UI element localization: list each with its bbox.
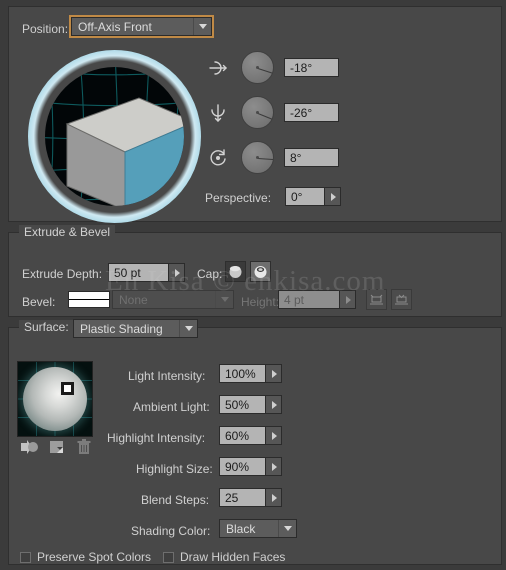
light-sphere-preview[interactable]: [17, 361, 93, 437]
bevel-extent-out-icon: [370, 294, 383, 305]
rotate-z-input[interactable]: 8°: [284, 148, 339, 167]
preserve-spot-colors-checkbox[interactable]: Preserve Spot Colors: [20, 550, 151, 564]
rotate-x-value: -18°: [284, 58, 339, 77]
rotate-z-value: 8°: [284, 148, 339, 167]
shading-color-dropdown[interactable]: Black: [219, 519, 297, 538]
light-sphere: [23, 367, 87, 431]
highlight-intensity-input[interactable]: 60%: [219, 426, 282, 445]
ambient-light-label: Ambient Light:: [133, 400, 210, 414]
shading-color-label: Shading Color:: [131, 524, 211, 538]
rotate-z-needle: [257, 157, 273, 160]
blend-steps-label: Blend Steps:: [141, 493, 210, 507]
position-dropdown[interactable]: Off-Axis Front: [69, 15, 214, 38]
preserve-spot-colors-box[interactable]: [20, 551, 31, 563]
ambient-light-input[interactable]: 50%: [219, 395, 282, 414]
light-intensity-stepper[interactable]: [265, 364, 282, 383]
3d-extrude-bevel-options-dialog: Position: Off-Axis Front -18° -26° 8° Pe…: [0, 0, 506, 570]
preserve-spot-colors-label: Preserve Spot Colors: [37, 550, 152, 564]
chevron-down-icon: [193, 18, 211, 35]
bevel-height-label: Height:: [241, 295, 280, 309]
rotate-z-axis-icon: [210, 149, 226, 166]
bevel-extent-out-button[interactable]: [366, 289, 387, 310]
surface-legend: Surface:: [19, 320, 74, 334]
bevel-extent-in-icon: [395, 294, 408, 305]
rotate-z-dial[interactable]: [241, 141, 274, 174]
cap-label: Cap:: [197, 267, 223, 281]
highlight-size-stepper[interactable]: [265, 457, 282, 476]
cap-solid-icon: [229, 265, 242, 278]
extrude-depth-input[interactable]: 50 pt: [108, 263, 185, 282]
rotate-z-hub: [256, 156, 259, 159]
new-light-icon[interactable]: [48, 439, 66, 455]
ambient-light-value: 50%: [219, 395, 265, 414]
rotate-y-needle: [257, 112, 272, 120]
rotate-x-input[interactable]: -18°: [284, 58, 339, 77]
surface-dropdown[interactable]: Plastic Shading: [73, 319, 198, 338]
rotate-y-input[interactable]: -26°: [284, 103, 339, 122]
blend-steps-value: 25: [219, 488, 265, 507]
rotate-y-value: -26°: [284, 103, 339, 122]
cap-hollow-button[interactable]: [250, 261, 271, 282]
light-intensity-input[interactable]: 100%: [219, 364, 282, 383]
perspective-label: Perspective:: [205, 191, 272, 205]
perspective-input[interactable]: 0°: [285, 187, 341, 206]
rotate-y-dial[interactable]: [241, 96, 274, 129]
light-source-handle[interactable]: [61, 382, 74, 395]
draw-hidden-faces-box[interactable]: [163, 551, 174, 563]
highlight-size-value: 90%: [219, 457, 265, 476]
light-intensity-label: Light Intensity:: [128, 369, 206, 383]
position-cube-preview[interactable]: [28, 50, 201, 223]
surface-chevron-down-icon: [179, 320, 197, 337]
rotate-y-axis-icon: [211, 104, 225, 122]
perspective-stepper[interactable]: [324, 187, 341, 206]
shading-color-chevron-down-icon: [278, 520, 296, 537]
position-panel: Position: Off-Axis Front -18° -26° 8° Pe…: [8, 6, 502, 223]
light-intensity-value: 100%: [219, 364, 265, 383]
draw-hidden-faces-checkbox[interactable]: Draw Hidden Faces: [163, 550, 285, 564]
bevel-value: None: [119, 292, 148, 307]
bevel-chevron-down-icon: [215, 291, 233, 308]
rotate-x-dial[interactable]: [241, 51, 274, 84]
cap-solid-button[interactable]: [225, 261, 246, 282]
track-disc: [45, 67, 184, 206]
rotate-x-hub: [256, 66, 259, 69]
surface-value: Plastic Shading: [80, 321, 163, 336]
bevel-height-input[interactable]: 4 pt: [278, 290, 356, 309]
bevel-height-stepper[interactable]: [339, 290, 356, 309]
draw-hidden-faces-label: Draw Hidden Faces: [180, 550, 286, 564]
extrude-depth-stepper[interactable]: [168, 263, 185, 282]
bevel-height-value: 4 pt: [278, 290, 339, 309]
extrude-depth-label: Extrude Depth:: [22, 267, 103, 281]
move-light-back-icon[interactable]: [21, 439, 39, 455]
highlight-size-label: Highlight Size:: [136, 462, 213, 476]
bevel-dropdown[interactable]: None: [112, 290, 234, 309]
highlight-intensity-label: Highlight Intensity:: [107, 431, 206, 445]
highlight-intensity-stepper[interactable]: [265, 426, 282, 445]
rotate-y-hub: [256, 111, 259, 114]
extrude-depth-value: 50 pt: [108, 263, 168, 282]
highlight-size-input[interactable]: 90%: [219, 457, 282, 476]
extrude-bevel-legend: Extrude & Bevel: [19, 225, 116, 239]
perspective-value: 0°: [285, 187, 324, 206]
highlight-intensity-value: 60%: [219, 426, 265, 445]
cube-3d-icon: [65, 97, 184, 206]
delete-light-trash-icon[interactable]: [75, 439, 93, 455]
position-label: Position:: [22, 22, 69, 36]
blend-steps-input[interactable]: 25: [219, 488, 282, 507]
shading-color-value: Black: [226, 521, 256, 536]
rotate-x-axis-icon: [209, 61, 227, 75]
extrude-bevel-panel: Extrude & Bevel Extrude Depth: 50 pt Cap…: [8, 225, 502, 317]
bevel-swatch-line: [69, 299, 109, 300]
bevel-extent-in-button[interactable]: [391, 289, 412, 310]
ambient-light-stepper[interactable]: [265, 395, 282, 414]
cap-hollow-icon: [254, 266, 267, 278]
rotate-x-needle: [257, 67, 272, 74]
position-dropdown-value: Off-Axis Front: [78, 19, 152, 34]
blend-steps-stepper[interactable]: [265, 488, 282, 507]
bevel-shape-swatch[interactable]: [68, 291, 110, 308]
bevel-label: Bevel:: [22, 295, 56, 309]
